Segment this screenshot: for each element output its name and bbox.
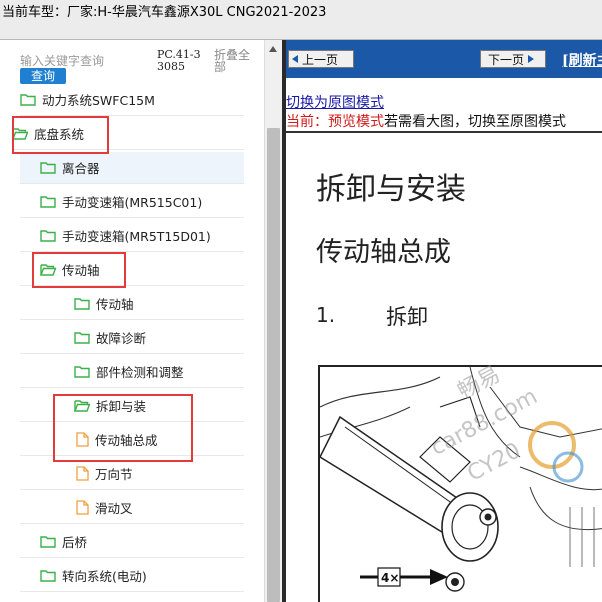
tree-item-label: 后桥 xyxy=(62,535,88,550)
scrollbar-thumb[interactable] xyxy=(267,128,280,602)
tree-item-label: 传动轴总成 xyxy=(95,433,158,448)
tree-item-diagnosis[interactable]: 故障诊断 xyxy=(20,322,244,354)
tree-item-powertrain[interactable]: 动力系统SWFC15M xyxy=(20,84,244,116)
prev-page-label: 上一页 xyxy=(302,52,339,67)
tree-item-label: 动力系统SWFC15M xyxy=(42,93,155,108)
tree-item-label: 拆卸与装 xyxy=(96,399,147,414)
scroll-up-icon[interactable] xyxy=(269,46,277,52)
folder-open-icon xyxy=(40,263,56,276)
tree-item-label: 万向节 xyxy=(95,467,133,482)
sidebar-scrollbar[interactable] xyxy=(264,40,282,602)
tree-item-label: 传动轴 xyxy=(96,297,134,312)
drive-shaft-drawing: 4× xyxy=(320,367,602,592)
doc-subtitle: 传动轴总成 xyxy=(316,237,451,268)
document-icon xyxy=(76,466,89,481)
title-bar: 当前车型：厂家:H-华晨汽车鑫源X30L CNG2021-2023 xyxy=(0,0,602,40)
tree-item-label: 传动轴 xyxy=(62,263,100,278)
step-text: 拆卸 xyxy=(386,305,428,329)
tree-item-drive-shaft[interactable]: 传动轴 xyxy=(20,254,244,286)
arrow-left-icon xyxy=(292,55,298,63)
vehicle-label: 当前车型：厂家:H-华晨汽车鑫源X30L CNG2021-2023 xyxy=(2,5,327,20)
pc-code: PC.41-33085 xyxy=(157,48,201,73)
document-viewer: 上一页 下一页 [刷新主 切换为原图模式 当前：预览模式若需看大图，切换至原图模… xyxy=(282,40,602,602)
tree-item-label: 手动变速箱(MR515C01) xyxy=(62,195,203,210)
switch-original-mode-link[interactable]: 切换为原图模式 xyxy=(286,92,384,112)
prev-page-button[interactable]: 上一页 xyxy=(288,50,354,68)
arrow-right-icon xyxy=(528,55,535,63)
tree-item-universal-joint[interactable]: 万向节 xyxy=(20,458,244,490)
doc-title: 拆卸与安装 xyxy=(316,172,466,207)
tree-item-inspection[interactable]: 部件检测和调整 xyxy=(20,356,244,388)
figure-callout: 4× xyxy=(381,571,399,585)
divider xyxy=(286,131,602,133)
step-number: 1. xyxy=(316,303,336,327)
tree-item-label: 底盘系统 xyxy=(34,127,85,142)
viewer-toolbar: 上一页 下一页 [刷新主 xyxy=(286,40,602,78)
tree-item-manual-gearbox-2[interactable]: 手动变速箱(MR5T15D01) xyxy=(20,220,244,252)
next-page-button[interactable]: 下一页 xyxy=(480,50,546,68)
folder-icon xyxy=(40,161,56,174)
document-icon xyxy=(76,500,89,515)
tree-item-removal[interactable]: 拆卸与装 xyxy=(20,390,244,422)
tree-item-rear-axle[interactable]: 后桥 xyxy=(20,526,244,558)
folder-icon xyxy=(40,569,56,582)
folder-icon xyxy=(40,535,56,548)
sidebar: 查询 PC.41-33085 折叠全部 动力系统SWFC15M 底盘系统 离合器… xyxy=(0,40,282,602)
tree-item-label: 滑动叉 xyxy=(95,501,133,516)
mode-current: 当前：预览模式 xyxy=(286,114,384,130)
tree-item-label: 手动变速箱(MR5T15D01) xyxy=(62,229,211,244)
folder-icon xyxy=(40,229,56,242)
refresh-main-link[interactable]: [刷新主 xyxy=(562,50,602,70)
mode-status: 当前：预览模式若需看大图，切换至原图模式 xyxy=(286,111,566,131)
folder-icon xyxy=(74,297,90,310)
query-button[interactable]: 查询 xyxy=(20,68,66,84)
tree-item-label: 转向系统(电动) xyxy=(62,569,147,584)
tree-item-drive-shaft-sub[interactable]: 传动轴 xyxy=(20,288,244,320)
tree-item-label: 离合器 xyxy=(62,161,100,176)
tree-item-label: 故障诊断 xyxy=(96,331,147,346)
tree-item-label: 部件检测和调整 xyxy=(96,365,184,380)
folder-open-icon xyxy=(74,399,90,412)
tree-item-slip-yoke[interactable]: 滑动叉 xyxy=(20,492,244,524)
folder-icon xyxy=(74,365,90,378)
tree-item-steering[interactable]: 转向系统(电动) xyxy=(20,560,244,592)
folder-icon xyxy=(74,331,90,344)
folder-icon xyxy=(40,195,56,208)
folder-open-icon xyxy=(12,127,28,140)
document-icon xyxy=(76,432,89,447)
tree-item-shaft-assembly[interactable]: 传动轴总成 xyxy=(20,424,244,456)
next-page-label: 下一页 xyxy=(488,52,525,67)
folder-icon xyxy=(20,93,36,106)
tree-item-manual-gearbox-1[interactable]: 手动变速箱(MR515C01) xyxy=(20,186,244,218)
technical-illustration: 4× xyxy=(318,365,602,602)
mode-hint: 若需看大图，切换至原图模式 xyxy=(384,114,566,130)
tree-item-clutch[interactable]: 离合器 xyxy=(20,152,244,184)
tree-item-chassis[interactable]: 底盘系统 xyxy=(12,118,244,150)
collapse-all-button[interactable]: 折叠全部 xyxy=(214,49,254,73)
